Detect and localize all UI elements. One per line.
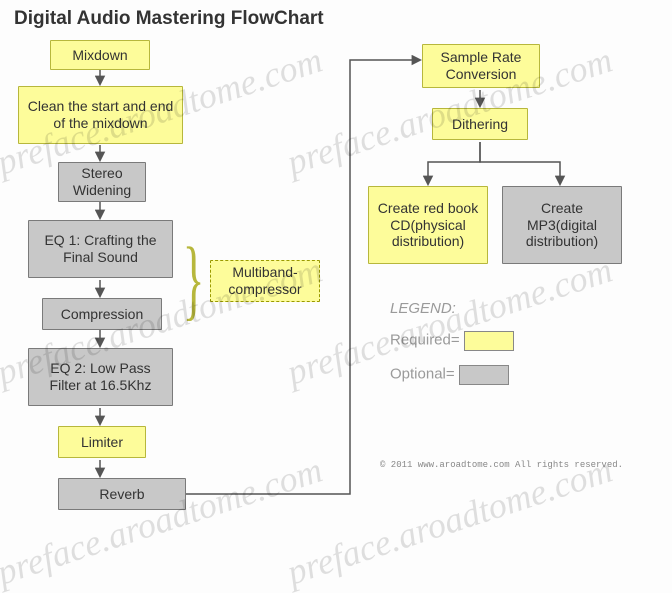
node-eq1: EQ 1: Crafting the Final Sound <box>28 220 173 278</box>
node-clean: Clean the start and end of the mixdown <box>18 86 183 144</box>
node-mp3: Create MP3(digital distribution) <box>502 186 622 264</box>
page-title: Digital Audio Mastering FlowChart <box>14 8 324 30</box>
node-redbook: Create red book CD(physical distribution… <box>368 186 488 264</box>
node-compression: Compression <box>42 298 162 330</box>
node-dithering: Dithering <box>432 108 528 140</box>
copyright-text: © 2011 www.aroadtome.com All rights rese… <box>380 460 623 470</box>
node-mixdown: Mixdown <box>50 40 150 70</box>
node-stereo-widening: Stereo Widening <box>58 162 146 202</box>
legend: LEGEND: Required= Optional= <box>390 300 514 385</box>
legend-optional-swatch <box>459 365 509 385</box>
node-sample-rate-conversion: Sample Rate Conversion <box>422 44 540 88</box>
watermark: preface.aroadtome.com <box>0 449 327 593</box>
legend-title: LEGEND: <box>390 300 514 317</box>
brace-icon: } <box>183 235 205 325</box>
legend-required-swatch <box>464 331 514 351</box>
legend-required-label: Required= <box>390 332 460 349</box>
node-limiter: Limiter <box>58 426 146 458</box>
annotation-multiband: Multiband-compressor <box>210 260 320 302</box>
legend-optional-label: Optional= <box>390 366 455 383</box>
node-reverb: Reverb <box>58 478 186 510</box>
node-eq2: EQ 2: Low Pass Filter at 16.5Khz <box>28 348 173 406</box>
watermark: preface.aroadtome.com <box>282 449 618 593</box>
